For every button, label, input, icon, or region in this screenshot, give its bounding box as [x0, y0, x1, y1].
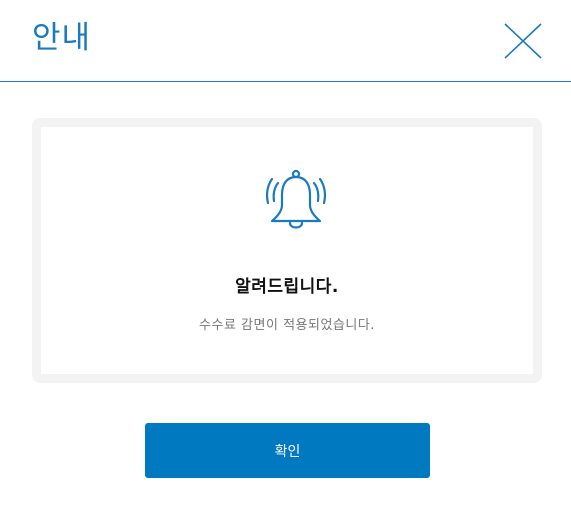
- notice-message: 수수료 감면이 적용되었습니다.: [199, 318, 375, 333]
- notice-panel: 알려드립니다. 수수료 감면이 적용되었습니다.: [32, 118, 542, 383]
- notice-content: 알려드립니다. 수수료 감면이 적용되었습니다.: [41, 127, 533, 374]
- bell-ringing-icon: [265, 169, 327, 229]
- dialog-title: 안내: [32, 20, 92, 56]
- dialog-header: 안내: [0, 0, 571, 82]
- notice-dialog: 안내 알려드립니다. 수수료 감면이 적용되었습니다. 확인: [0, 0, 571, 532]
- notice-heading: 알려드립니다.: [235, 277, 339, 297]
- close-icon: [504, 23, 542, 59]
- close-button[interactable]: [503, 22, 543, 60]
- confirm-button[interactable]: 확인: [145, 423, 430, 478]
